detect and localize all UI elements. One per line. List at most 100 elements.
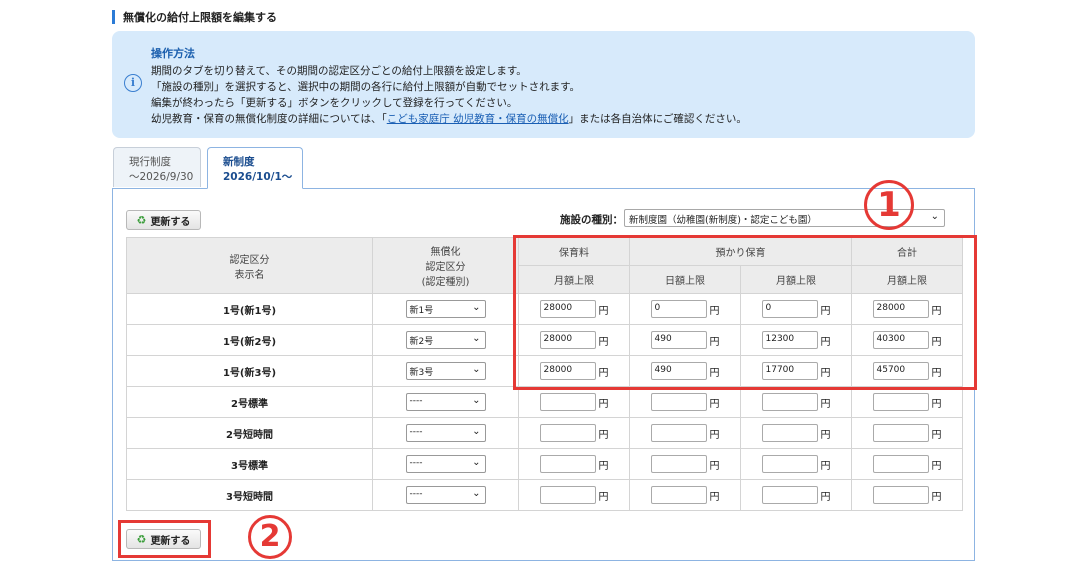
cell-azukari-daily: 円 bbox=[629, 417, 741, 449]
yen-label: 円 bbox=[598, 398, 609, 410]
table-row: 2号標準 ---- ⌄ 円 円 円 円 bbox=[126, 386, 963, 418]
tab-sublabel: ～2026/9/30 bbox=[129, 171, 194, 183]
category-select[interactable]: ---- ⌄ bbox=[405, 486, 486, 504]
row-display-name: 2号標準 bbox=[126, 386, 373, 418]
info-line: 編集が終わったら「更新する」ボタンをクリックして登録を行ってください。 bbox=[151, 97, 518, 109]
category-select[interactable]: 新2号 ⌄ bbox=[405, 331, 486, 349]
yen-label: 円 bbox=[931, 460, 942, 472]
cell-total-monthly: 円 bbox=[851, 448, 963, 480]
cell-category: ---- ⌄ bbox=[372, 386, 519, 418]
cell-category: ---- ⌄ bbox=[372, 417, 519, 449]
info-line: 期間のタブを切り替えて、その期間の認定区分ごとの給付上限額を設定します。 bbox=[151, 65, 527, 77]
cell-azukari-monthly: 円 bbox=[740, 479, 852, 511]
yen-label: 円 bbox=[931, 429, 942, 441]
cell-hoikuryo-monthly: 円 bbox=[518, 448, 630, 480]
facility-type-value: 新制度園（幼稚園(新制度)・認定こども園） bbox=[629, 215, 817, 226]
yen-label: 円 bbox=[709, 460, 720, 472]
hoikuryo-monthly-input[interactable] bbox=[539, 486, 596, 504]
info-line4-prefix: 幼児教育・保育の無償化制度の詳細については、「 bbox=[151, 113, 387, 125]
hoikuryo-monthly-input[interactable] bbox=[539, 455, 596, 473]
table-row: 3号短時間 ---- ⌄ 円 円 円 円 bbox=[126, 479, 963, 511]
chevron-down-icon: ⌄ bbox=[472, 333, 481, 344]
yen-label: 円 bbox=[820, 491, 831, 503]
hoikuryo-monthly-input[interactable] bbox=[539, 424, 596, 442]
info-link[interactable]: こども家庭庁 幼児教育・保育の無償化 bbox=[387, 113, 569, 125]
chevron-down-icon: ⌄ bbox=[472, 426, 481, 437]
azukari-monthly-input[interactable] bbox=[761, 424, 818, 442]
cell-total-monthly: 円 bbox=[851, 417, 963, 449]
row-display-name: 1号(新1号) bbox=[126, 293, 373, 325]
total-monthly-input[interactable] bbox=[872, 455, 929, 473]
cell-azukari-monthly: 円 bbox=[740, 448, 852, 480]
chevron-down-icon: ⌄ bbox=[472, 457, 481, 468]
category-select[interactable]: 新3号 ⌄ bbox=[405, 362, 486, 380]
info-title: 操作方法 bbox=[151, 47, 195, 60]
facility-type-label: 施設の種別： bbox=[560, 214, 623, 226]
total-monthly-input[interactable] bbox=[872, 486, 929, 504]
chevron-down-icon: ⌄ bbox=[472, 364, 481, 375]
total-monthly-input[interactable] bbox=[872, 424, 929, 442]
chevron-down-icon: ⌄ bbox=[472, 302, 481, 313]
yen-label: 円 bbox=[709, 429, 720, 441]
azukari-daily-input[interactable] bbox=[650, 393, 707, 411]
category-select-value: ---- bbox=[409, 489, 423, 499]
info-line: 幼児教育・保育の無償化制度の詳細については、「こども家庭庁 幼児教育・保育の無償… bbox=[151, 111, 747, 126]
row-display-name: 1号(新3号) bbox=[126, 355, 373, 387]
azukari-monthly-input[interactable] bbox=[761, 455, 818, 473]
row-display-name: 1号(新2号) bbox=[126, 324, 373, 356]
yen-label: 円 bbox=[820, 429, 831, 441]
header-category: 無償化 認定区分 (認定種別) bbox=[372, 237, 519, 294]
yen-label: 円 bbox=[709, 398, 720, 410]
tab-label: 現行制度 bbox=[129, 156, 171, 168]
cell-hoikuryo-monthly: 円 bbox=[518, 479, 630, 511]
yen-label: 円 bbox=[709, 491, 720, 503]
row-display-name: 3号短時間 bbox=[126, 479, 373, 511]
yen-label: 円 bbox=[598, 429, 609, 441]
annotation-box-1 bbox=[513, 235, 977, 390]
category-select[interactable]: ---- ⌄ bbox=[405, 424, 486, 442]
refresh-icon: ♻ bbox=[136, 213, 147, 227]
azukari-daily-input[interactable] bbox=[650, 455, 707, 473]
azukari-daily-input[interactable] bbox=[650, 486, 707, 504]
cell-hoikuryo-monthly: 円 bbox=[518, 386, 630, 418]
tab-sublabel: 2026/10/1～ bbox=[223, 171, 293, 183]
annotation-number-2: 2 bbox=[248, 515, 292, 559]
title-accent-bar bbox=[112, 10, 115, 24]
chevron-down-icon: ⌄ bbox=[472, 488, 481, 499]
azukari-monthly-input[interactable] bbox=[761, 393, 818, 411]
category-select-value: 新2号 bbox=[409, 337, 434, 347]
category-select-value: ---- bbox=[409, 458, 423, 468]
table-row: 3号標準 ---- ⌄ 円 円 円 円 bbox=[126, 448, 963, 480]
cell-azukari-monthly: 円 bbox=[740, 417, 852, 449]
chevron-down-icon: ⌄ bbox=[472, 395, 481, 406]
row-display-name: 2号短時間 bbox=[126, 417, 373, 449]
cell-category: ---- ⌄ bbox=[372, 479, 519, 511]
cell-azukari-daily: 円 bbox=[629, 386, 741, 418]
cell-hoikuryo-monthly: 円 bbox=[518, 417, 630, 449]
cell-category: ---- ⌄ bbox=[372, 448, 519, 480]
section-title-text: 無償化の給付上限額を編集する bbox=[123, 11, 277, 24]
total-monthly-input[interactable] bbox=[872, 393, 929, 411]
category-select-value: ---- bbox=[409, 427, 423, 437]
category-select[interactable]: ---- ⌄ bbox=[405, 455, 486, 473]
tab-current-system[interactable]: 現行制度 ～2026/9/30 bbox=[113, 147, 201, 187]
category-select[interactable]: ---- ⌄ bbox=[405, 393, 486, 411]
category-select[interactable]: 新1号 ⌄ bbox=[405, 300, 486, 318]
update-button-top[interactable]: ♻ 更新する bbox=[126, 210, 201, 230]
yen-label: 円 bbox=[598, 460, 609, 472]
yen-label: 円 bbox=[820, 460, 831, 472]
cell-azukari-daily: 円 bbox=[629, 448, 741, 480]
azukari-daily-input[interactable] bbox=[650, 424, 707, 442]
info-line: 「施設の種別」を選択すると、選択中の期間の各行に給付上限額が自動でセットされます… bbox=[151, 81, 581, 93]
hoikuryo-monthly-input[interactable] bbox=[539, 393, 596, 411]
category-select-value: 新3号 bbox=[409, 368, 434, 378]
annotation-number-1: 1 bbox=[864, 180, 914, 230]
category-select-value: 新1号 bbox=[409, 306, 434, 316]
cell-azukari-daily: 円 bbox=[629, 479, 741, 511]
header-name: 認定区分 表示名 bbox=[126, 237, 373, 294]
update-button-label: 更新する bbox=[150, 216, 191, 228]
info-circle-icon: i bbox=[124, 74, 142, 92]
info-line4-suffix: 」または各自治体にご確認ください。 bbox=[568, 113, 747, 125]
azukari-monthly-input[interactable] bbox=[761, 486, 818, 504]
tab-new-system[interactable]: 新制度 2026/10/1～ bbox=[207, 147, 303, 189]
